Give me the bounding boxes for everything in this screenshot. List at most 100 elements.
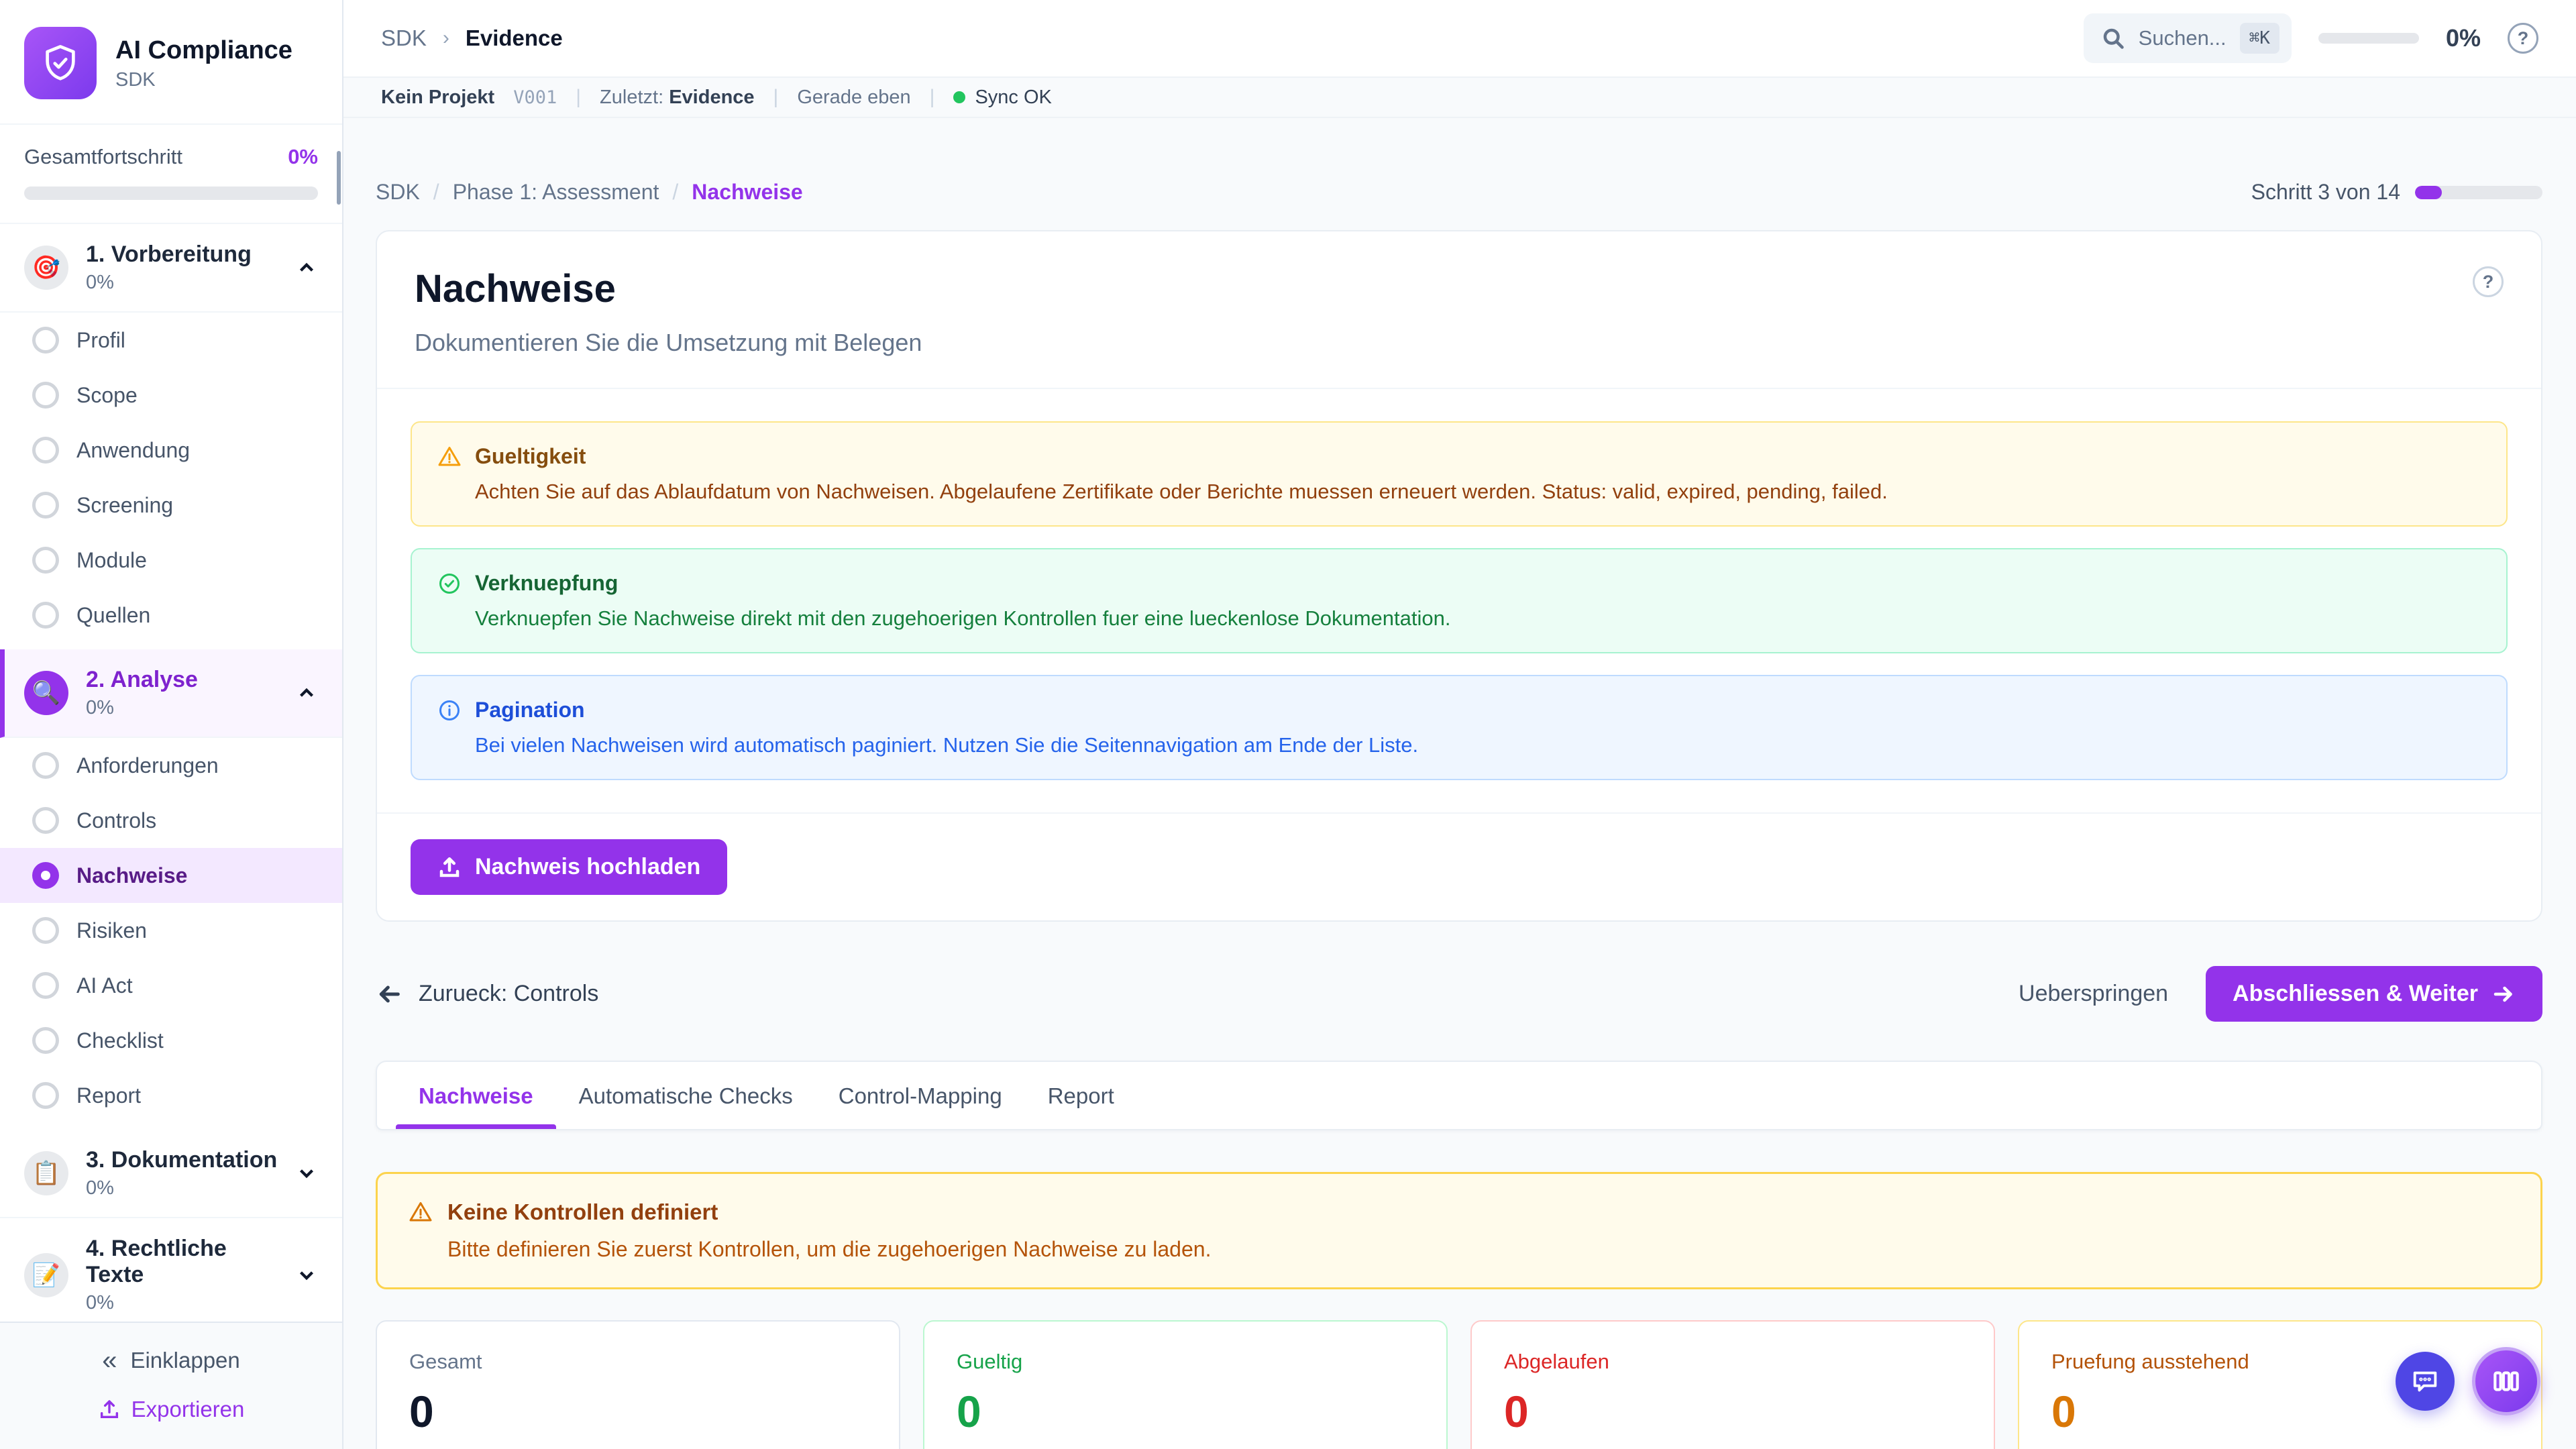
- step-progress-fill: [2415, 186, 2442, 199]
- check-circle-icon: [437, 572, 462, 596]
- memo-pencil-icon: 📝: [24, 1253, 68, 1297]
- stat-label: Gueltig: [957, 1350, 1414, 1374]
- sync-ok-dot: [953, 91, 965, 103]
- target-icon: 🎯: [24, 246, 68, 290]
- sidebar-item-ai-act[interactable]: AI Act: [0, 958, 342, 1013]
- infobox-text: Bei vielen Nachweisen wird automatisch p…: [437, 733, 2481, 757]
- radio-icon: [32, 917, 59, 944]
- breadcrumb-current: Evidence: [466, 25, 563, 51]
- sidebar-item-controls[interactable]: Controls: [0, 793, 342, 848]
- sidebar-item-report[interactable]: Report: [0, 1068, 342, 1123]
- step-progress-bar: [2415, 186, 2542, 199]
- infobox-pagination: Pagination Bei vielen Nachweisen wird au…: [411, 675, 2508, 780]
- overall-progress-label: Gesamtfortschritt: [24, 145, 182, 169]
- sidebar-section-rechtliche-texte[interactable]: 📝 4. Rechtliche Texte 0%: [0, 1218, 342, 1322]
- magnifier-icon: 🔍: [24, 671, 68, 715]
- upload-evidence-button[interactable]: Nachweis hochladen: [411, 839, 727, 895]
- last-value: Evidence: [669, 87, 754, 108]
- upload-icon: [437, 855, 462, 879]
- columns-panel-button[interactable]: [2472, 1347, 2540, 1415]
- sidebar-footer: « Einklappen Exportieren: [0, 1322, 342, 1449]
- app-logo: [24, 27, 97, 99]
- sidebar-item-anforderungen[interactable]: Anforderungen: [0, 738, 342, 793]
- top-header: SDK › Evidence Suchen... ⌘K 0% ?: [343, 0, 2576, 78]
- page-subtitle: Dokumentieren Sie die Umsetzung mit Bele…: [415, 329, 922, 357]
- breadcrumb: SDK › Evidence: [381, 25, 563, 51]
- crumb-phase[interactable]: Phase 1: Assessment: [453, 180, 659, 205]
- help-icon[interactable]: ?: [2508, 23, 2538, 54]
- sidebar-item-module[interactable]: Module: [0, 533, 342, 588]
- search-input[interactable]: Suchen... ⌘K: [2084, 13, 2292, 63]
- radio-icon: [32, 437, 59, 464]
- page-breadcrumb: SDK / Phase 1: Assessment / Nachweise: [376, 180, 803, 205]
- crumb-current: Nachweise: [692, 180, 802, 205]
- section-progress: 0%: [86, 1177, 278, 1199]
- arrow-right-icon: [2491, 982, 2516, 1006]
- infobox-text: Achten Sie auf das Ablaufdatum von Nachw…: [437, 480, 2481, 504]
- columns-icon: [2489, 1364, 2523, 1398]
- sidebar-scrollbar[interactable]: [337, 151, 341, 205]
- radio-icon: [32, 807, 59, 834]
- infobox-text: Verknuepfen Sie Nachweise direkt mit den…: [437, 606, 2481, 631]
- sidebar-section-dokumentation[interactable]: 📋 3. Dokumentation 0%: [0, 1130, 342, 1218]
- card-help-icon[interactable]: ?: [2473, 266, 2504, 297]
- sidebar-item-anwendung[interactable]: Anwendung: [0, 423, 342, 478]
- sidebar-item-checklist[interactable]: Checklist: [0, 1013, 342, 1068]
- chevron-down-icon: [295, 1162, 318, 1185]
- status-bar: Kein Projekt V001 | Zuletzt: Evidence | …: [343, 78, 2576, 118]
- crumb-sdk[interactable]: SDK: [376, 180, 420, 205]
- step-indicator: Schritt 3 von 14: [2251, 180, 2542, 205]
- sidebar-item-scope[interactable]: Scope: [0, 368, 342, 423]
- search-shortcut-badge: ⌘K: [2240, 23, 2279, 54]
- stat-gueltig: Gueltig 0: [923, 1320, 1448, 1449]
- sidebar-item-quellen[interactable]: Quellen: [0, 588, 342, 643]
- collapse-sidebar-button[interactable]: « Einklappen: [102, 1347, 240, 1374]
- tabs: Nachweise Automatische Checks Control-Ma…: [376, 1061, 2542, 1130]
- export-button[interactable]: Exportieren: [98, 1397, 245, 1422]
- radio-icon: [32, 1027, 59, 1054]
- header-progress-bar: [2318, 33, 2419, 44]
- sidebar-section-analyse[interactable]: 🔍 2. Analyse 0%: [0, 649, 342, 738]
- radio-icon: [32, 492, 59, 519]
- project-name: Kein Projekt: [381, 87, 494, 109]
- tab-control-mapping[interactable]: Control-Mapping: [816, 1062, 1025, 1129]
- chevron-down-icon: [295, 1264, 318, 1287]
- section-progress: 0%: [86, 272, 278, 294]
- warning-triangle-icon: [437, 445, 462, 469]
- sync-status: Sync OK: [953, 87, 1051, 109]
- skip-button[interactable]: Ueberspringen: [2019, 981, 2168, 1007]
- sidebar-item-risiken[interactable]: Risiken: [0, 903, 342, 958]
- tab-nachweise[interactable]: Nachweise: [396, 1062, 556, 1129]
- warning-text: Bitte definieren Sie zuerst Kontrollen, …: [409, 1237, 2510, 1262]
- sidebar-item-screening[interactable]: Screening: [0, 478, 342, 533]
- sidebar-item-nachweise[interactable]: Nachweise: [0, 848, 342, 903]
- sidebar-item-profil[interactable]: Profil: [0, 313, 342, 368]
- section-progress: 0%: [86, 1292, 278, 1314]
- tab-report[interactable]: Report: [1025, 1062, 1137, 1129]
- stat-pruefung-ausstehend: Pruefung ausstehend 0: [2018, 1320, 2542, 1449]
- sidebar-nav: 🎯 1. Vorbereitung 0% Profil Scope Anwend…: [0, 224, 342, 1322]
- step-label: Schritt 3 von 14: [2251, 180, 2400, 205]
- sidebar: AI Compliance SDK Gesamtfortschritt 0% 🎯…: [0, 0, 343, 1449]
- back-link[interactable]: Zurueck: Controls: [376, 981, 598, 1008]
- warning-title: Keine Kontrollen definiert: [447, 1199, 718, 1225]
- infobox-title: Pagination: [475, 698, 585, 722]
- app-title: AI Compliance: [115, 35, 292, 67]
- stat-label: Gesamt: [409, 1350, 867, 1374]
- chevron-up-icon: [295, 682, 318, 704]
- radio-icon: [32, 547, 59, 574]
- chat-button[interactable]: [2396, 1352, 2455, 1411]
- chat-bubble-icon: [2410, 1366, 2440, 1397]
- warning-triangle-icon: [409, 1200, 433, 1224]
- tab-automatische-checks[interactable]: Automatische Checks: [556, 1062, 816, 1129]
- radio-icon: [32, 752, 59, 779]
- complete-next-button[interactable]: Abschliessen & Weiter: [2206, 966, 2542, 1022]
- overall-progress: Gesamtfortschritt 0%: [0, 125, 342, 224]
- sidebar-section-vorbereitung[interactable]: 🎯 1. Vorbereitung 0%: [0, 224, 342, 313]
- stat-value: 0: [409, 1386, 867, 1437]
- radio-icon: [32, 382, 59, 409]
- app-subtitle: SDK: [115, 69, 292, 91]
- no-controls-warning: Keine Kontrollen definiert Bitte definie…: [376, 1172, 2542, 1289]
- infobox-gueltigkeit: Gueltigkeit Achten Sie auf das Ablaufdat…: [411, 421, 2508, 527]
- breadcrumb-root[interactable]: SDK: [381, 25, 427, 51]
